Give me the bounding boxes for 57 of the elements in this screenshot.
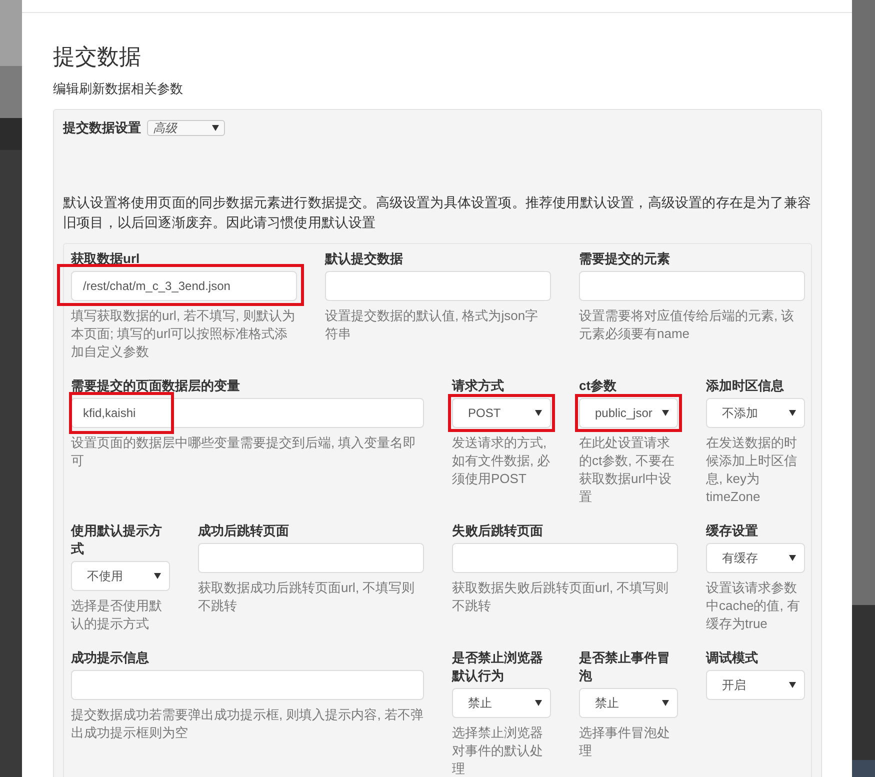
caret-icon	[789, 682, 796, 688]
field-label: 提交数据设置	[63, 119, 141, 137]
help-text: 设置该请求参数中cache的值, 有缓存为true	[706, 579, 801, 633]
input-field[interactable]	[579, 271, 805, 301]
dialog-subtitle: 编辑刷新数据相关参数	[53, 80, 184, 98]
select-field[interactable]: public_jsor	[579, 398, 678, 428]
help-text: 在发送数据的时候添加上时区信息, key为timeZone	[706, 434, 798, 506]
select-field[interactable]: 有缓存	[706, 543, 805, 573]
select-field[interactable]: 禁止	[452, 688, 551, 718]
description-text: 默认设置将使用页面的同步数据元素进行数据提交。高级设置为具体设置项。推荐使用默认设置，高级设置的存在是为了兼容旧项目，以后回逐渐废弃。因此请习惯使用默认设置	[63, 194, 812, 232]
field-label: 成功提示信息	[71, 649, 150, 667]
field-label: 请求方式	[452, 377, 505, 395]
mode-select[interactable]: 高级	[147, 120, 225, 136]
caret-icon	[154, 573, 161, 579]
field-label: 失败后跳转页面	[452, 522, 544, 540]
field-label: 需要提交的页面数据层的变量	[71, 377, 241, 395]
caret-icon	[789, 555, 796, 561]
help-text: 获取数据成功后跳转页面url, 不填写则不跳转	[198, 579, 416, 615]
help-text: 选择事件冒泡处理	[579, 724, 671, 760]
input-field[interactable]: /rest/chat/m_c_3_3end.json	[71, 271, 297, 301]
help-text: 发送请求的方式, 如有文件数据, 必须使用POST	[452, 434, 551, 488]
input-field[interactable]	[198, 543, 424, 573]
select-field[interactable]: 不添加	[706, 398, 805, 428]
caret-icon	[662, 410, 669, 416]
input-field[interactable]	[452, 543, 678, 573]
input-field[interactable]: kfid,kaishi	[71, 398, 424, 428]
field-label: 成功后跳转页面	[198, 522, 290, 540]
caret-icon	[212, 125, 219, 131]
field-label: 缓存设置	[706, 522, 759, 540]
caret-icon	[662, 700, 669, 706]
caret-icon	[789, 410, 796, 416]
field-label: 添加时区信息	[706, 377, 785, 395]
dialog-title: 提交数据	[53, 43, 142, 71]
field-label: ct参数	[579, 377, 618, 395]
field-label: 是否禁止浏览器默认行为	[452, 649, 544, 685]
field-label: 需要提交的元素	[579, 250, 671, 268]
field-label: 是否禁止事件冒泡	[579, 649, 671, 685]
help-text: 设置页面的数据层中哪些变量需要提交到后端, 填入变量名即可	[71, 434, 418, 470]
caret-icon	[535, 410, 542, 416]
select-field[interactable]: 开启	[706, 670, 805, 700]
help-text: 选择禁止浏览器对事件的默认处理	[452, 724, 544, 777]
help-text: 提交数据成功若需要弹出成功提示框, 则填入提示内容, 若不弹出成功提示框则为空	[71, 706, 424, 742]
field-label: 调试模式	[706, 649, 759, 667]
help-text: 获取数据失败后跳转页面url, 不填写则不跳转	[452, 579, 670, 615]
help-text: 选择是否使用默认的提示方式	[71, 597, 163, 633]
field-label: 默认提交数据	[325, 250, 404, 268]
help-text: 在此处设置请求的ct参数, 不要在获取数据url中设置	[579, 434, 676, 506]
caret-icon	[535, 700, 542, 706]
select-field[interactable]: 不使用	[71, 561, 170, 591]
select-field[interactable]: 禁止	[579, 688, 678, 718]
help-text: 填写获取数据的url, 若不填写, 则默认为本页面; 填写的url可以按照标准格式添加自定义参数	[71, 307, 296, 361]
select-field[interactable]: POST	[452, 398, 551, 428]
input-field[interactable]	[325, 271, 551, 301]
field-label: 使用默认提示方式	[71, 522, 163, 558]
help-text: 设置需要将对应值传给后端的元素, 该元素必须要有name	[579, 307, 796, 343]
help-text: 设置提交数据的默认值, 格式为json字符串	[325, 307, 540, 343]
input-field[interactable]	[71, 670, 424, 700]
